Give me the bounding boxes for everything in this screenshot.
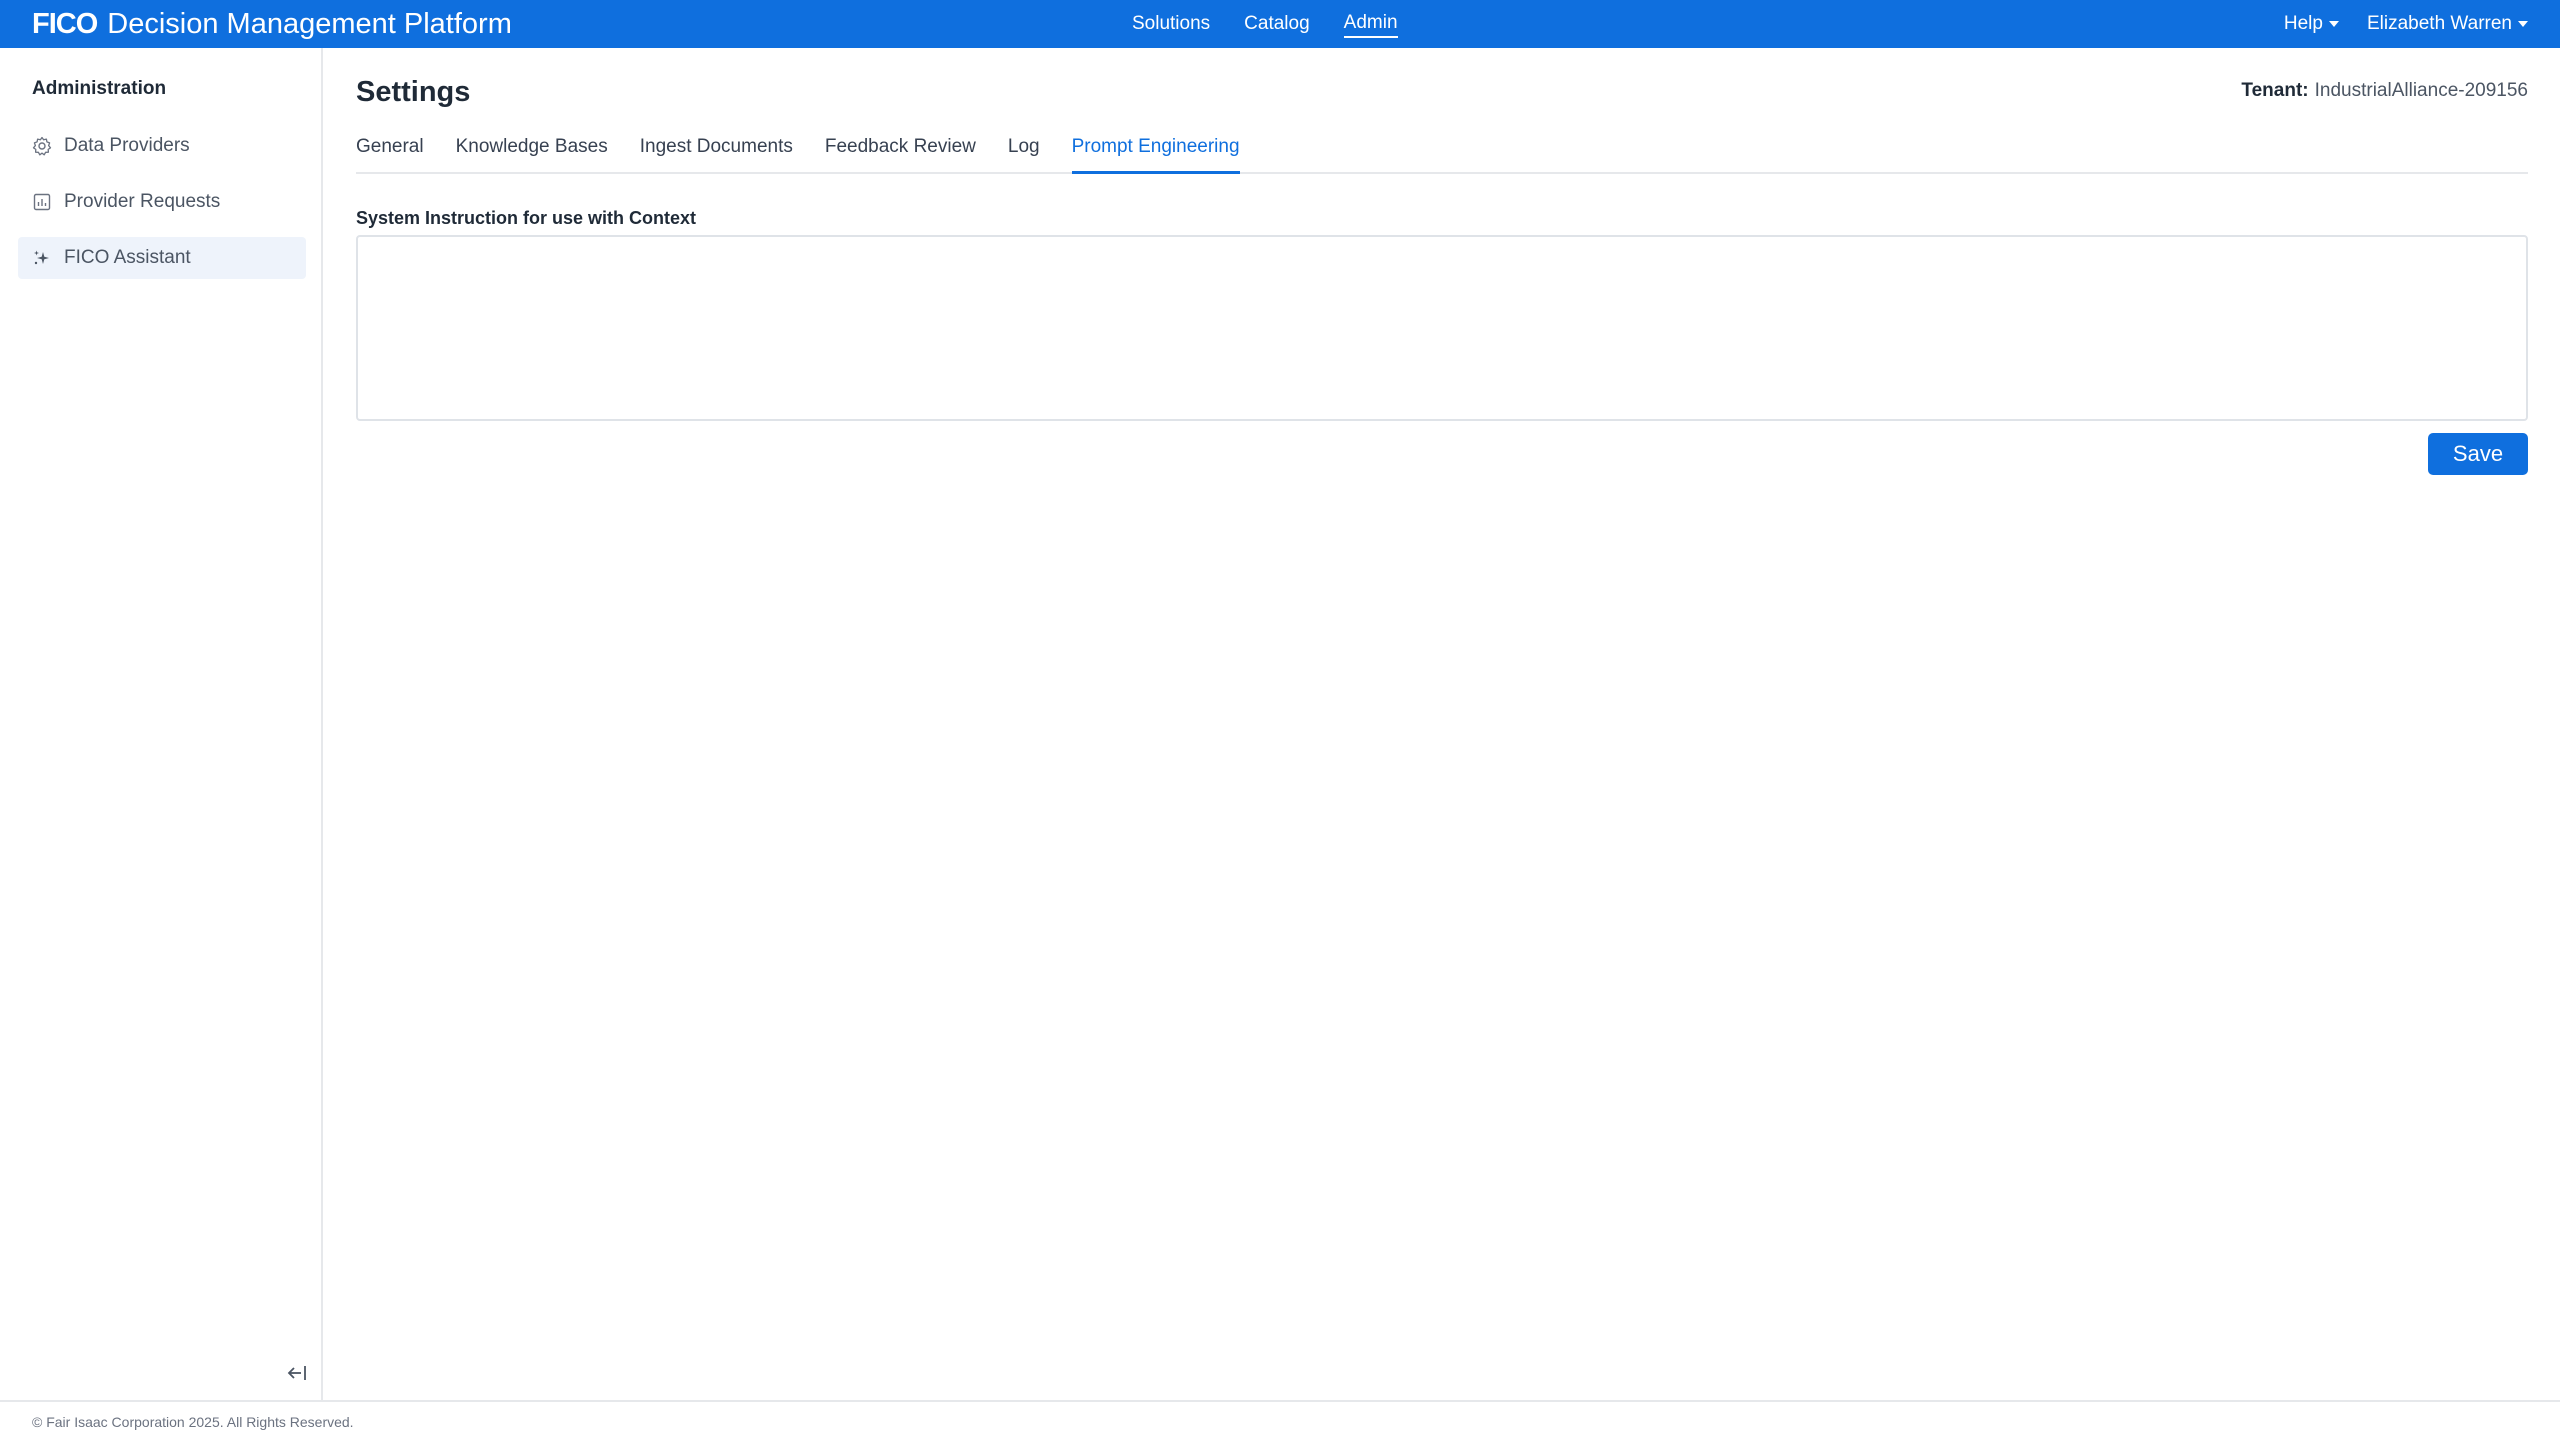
sidebar-item-label: Provider Requests xyxy=(64,191,221,212)
save-button[interactable]: Save xyxy=(2428,433,2528,475)
nav-catalog[interactable]: Catalog xyxy=(1244,11,1310,37)
system-instruction-label: System Instruction for use with Context xyxy=(356,208,697,228)
sidebar-item-fico-assistant[interactable]: FICO Assistant xyxy=(18,237,306,279)
fico-logo: FICO xyxy=(32,7,98,40)
collapse-left-icon xyxy=(286,1363,308,1388)
sidebar-item-label: FICO Assistant xyxy=(64,247,191,268)
help-label: Help xyxy=(2283,13,2323,34)
caret-down-icon xyxy=(2328,21,2339,27)
gear-icon xyxy=(32,136,52,156)
tab-knowledge-bases[interactable]: Knowledge Bases xyxy=(456,132,608,174)
report-icon xyxy=(32,192,52,212)
page-title: Settings xyxy=(356,76,471,108)
sidebar-item-label: Data Providers xyxy=(64,135,190,156)
footer: © Fair Isaac Corporation 2025. All Right… xyxy=(0,1400,2560,1440)
platform-title: Decision Management Platform xyxy=(107,7,512,40)
top-nav: Solutions Catalog Admin xyxy=(1132,0,1398,48)
header-right: Help Elizabeth Warren xyxy=(2284,0,2528,48)
sparkle-icon xyxy=(32,248,52,268)
sidebar-item-provider-requests[interactable]: Provider Requests xyxy=(18,181,306,223)
tenant-value: IndustrialAlliance-209156 xyxy=(2314,80,2528,101)
sidebar: Administration Data Providers Provider R… xyxy=(0,48,323,1400)
copyright-text: © Fair Isaac Corporation 2025. All Right… xyxy=(32,1414,354,1430)
top-header: FICO Decision Management Platform Soluti… xyxy=(0,0,2560,48)
nav-solutions[interactable]: Solutions xyxy=(1132,11,1210,37)
main-content: Settings Tenant: IndustrialAlliance-20915… xyxy=(356,48,2528,1400)
tab-ingest-documents[interactable]: Ingest Documents xyxy=(640,132,793,174)
caret-down-icon xyxy=(2518,21,2528,27)
tab-general[interactable]: General xyxy=(356,132,424,174)
tenant-info: Tenant: IndustrialAlliance-209156 xyxy=(2241,80,2528,102)
user-menu[interactable]: Elizabeth Warren xyxy=(2367,13,2528,35)
user-name: Elizabeth Warren xyxy=(2366,13,2512,34)
brand[interactable]: FICO Decision Management Platform xyxy=(32,0,512,48)
tab-feedback-review[interactable]: Feedback Review xyxy=(825,132,976,174)
collapse-sidebar-button[interactable] xyxy=(282,1360,312,1390)
tab-log[interactable]: Log xyxy=(1008,132,1040,174)
nav-admin[interactable]: Admin xyxy=(1343,10,1398,38)
sidebar-heading: Administration xyxy=(32,78,167,99)
tab-prompt-engineering[interactable]: Prompt Engineering xyxy=(1071,132,1240,174)
sidebar-item-data-providers[interactable]: Data Providers xyxy=(18,125,306,167)
tenant-label: Tenant: xyxy=(2241,80,2309,101)
help-dropdown[interactable]: Help xyxy=(2284,13,2339,35)
system-instruction-textarea[interactable] xyxy=(356,235,2528,421)
settings-tabs: General Knowledge Bases Ingest Documents… xyxy=(356,132,2528,174)
